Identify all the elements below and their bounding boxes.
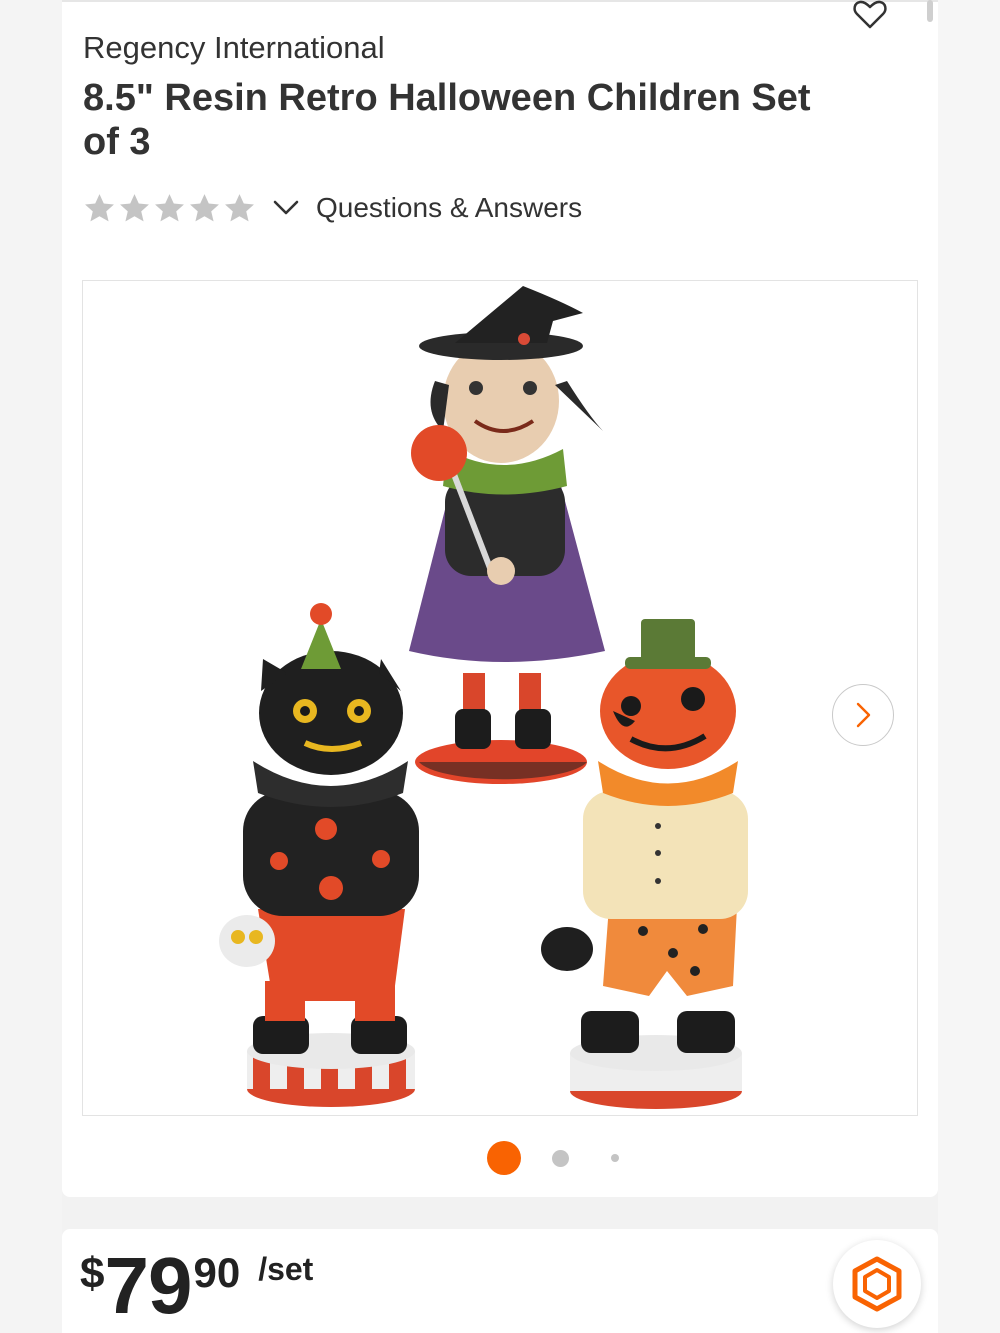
pagination-dot-active[interactable] <box>487 1141 521 1175</box>
product-title: 8.5" Resin Retro Halloween Children Set … <box>83 77 811 163</box>
star-icon <box>120 193 149 221</box>
price: $ 79 90 /set <box>80 1241 313 1331</box>
right-gutter <box>938 0 1000 1333</box>
star-icon <box>155 193 184 221</box>
pagination-dot[interactable] <box>611 1154 619 1162</box>
product-image <box>219 286 748 1109</box>
pagination-dot[interactable] <box>552 1150 569 1167</box>
heart-icon[interactable] <box>852 0 888 30</box>
price-card: $ 79 90 /set <box>62 1229 938 1333</box>
left-gutter <box>0 0 62 1333</box>
price-cents: 90 <box>193 1249 241 1296</box>
hexagon-logo-button[interactable] <box>833 1240 921 1328</box>
cat-figure <box>219 603 419 1107</box>
carousel-pagination <box>62 1141 938 1175</box>
next-image-button[interactable] <box>832 684 894 746</box>
rating-row[interactable]: Questions & Answers <box>83 190 582 226</box>
product-image-carousel[interactable] <box>82 280 918 1116</box>
hexagon-logo-icon <box>852 1256 902 1312</box>
scrollbar[interactable] <box>927 0 933 22</box>
star-icon <box>85 193 114 221</box>
star-icon <box>190 193 219 221</box>
price-unit: /set <box>258 1251 314 1287</box>
star-icon <box>225 193 254 221</box>
chevron-down-icon[interactable] <box>270 192 302 224</box>
star-rating[interactable] <box>83 192 256 225</box>
brand-name[interactable]: Regency International <box>83 30 385 66</box>
witch-figure <box>409 286 605 784</box>
chevron-right-icon <box>856 702 871 728</box>
price-currency: $ <box>80 1249 105 1298</box>
price-dollars: 79 <box>104 1241 192 1330</box>
divider <box>62 0 938 2</box>
pumpkin-figure <box>541 619 748 1109</box>
questions-answers-link[interactable]: Questions & Answers <box>316 192 582 224</box>
product-header-card: Regency International 8.5" Resin Retro H… <box>62 0 938 1197</box>
